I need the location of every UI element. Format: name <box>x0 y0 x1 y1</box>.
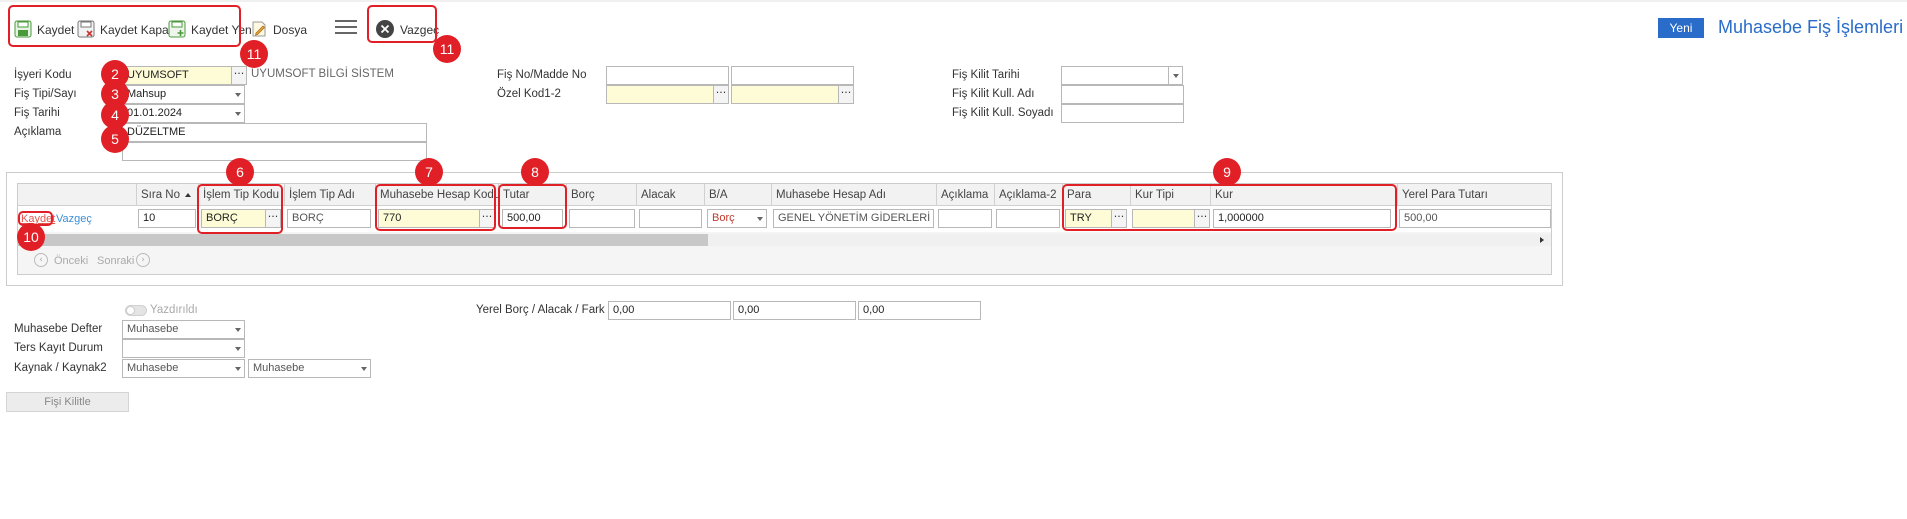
col-header-actions <box>18 184 136 206</box>
madde-no-input[interactable] <box>731 66 854 85</box>
defter-label: Muhasebe Defter <box>14 323 103 335</box>
row-ba-select[interactable]: Borç <box>707 209 754 228</box>
yazdirildi-label: Yazdırıldı <box>150 304 198 316</box>
yazdirildi-toggle[interactable] <box>125 305 147 316</box>
kilitle-button[interactable]: Fişi Kilitle <box>6 392 129 412</box>
highlight-box-islem-tip <box>197 184 283 234</box>
badge-11-cancel: 11 <box>433 35 461 63</box>
scrollbar-thumb[interactable] <box>18 234 708 246</box>
row-borc-input[interactable] <box>569 209 635 228</box>
fis-tipi-select[interactable]: Mahsup <box>122 85 232 104</box>
col-header-alacak[interactable]: Alacak <box>636 184 704 206</box>
chevron-down-icon[interactable] <box>357 359 371 378</box>
yerel-alacak-input[interactable]: 0,00 <box>733 301 856 320</box>
page-title: Muhasebe Fiş İşlemleri <box>1718 17 1904 37</box>
col-header-sira-no-label: Sıra No <box>141 189 180 201</box>
chevron-down-icon[interactable] <box>231 104 245 123</box>
chevron-down-icon[interactable] <box>1169 66 1183 85</box>
chevron-down-icon[interactable] <box>231 359 245 378</box>
aciklama2-input[interactable] <box>122 142 427 161</box>
row-aciklama-input[interactable] <box>938 209 992 228</box>
menu-icon[interactable] <box>335 19 357 35</box>
kaynak-label: Kaynak / Kaynak2 <box>14 362 107 374</box>
badge-7: 7 <box>415 158 443 186</box>
highlight-box-hesap-kodu <box>375 184 496 231</box>
chevron-down-icon[interactable] <box>231 320 245 339</box>
fis-tipi-label: Fiş Tipi/Sayı <box>14 88 77 100</box>
yerel-fark-input[interactable]: 0,00 <box>858 301 981 320</box>
file-edit-icon <box>250 20 268 41</box>
fis-no-input[interactable] <box>606 66 729 85</box>
pager-next[interactable]: Sonraki <box>97 255 134 267</box>
yerel-label: Yerel Borç / Alacak / Fark <box>476 304 605 316</box>
kilit-adi-label: Fiş Kilit Kull. Adı <box>952 88 1035 100</box>
kilit-tarihi-input[interactable] <box>1061 66 1169 85</box>
row-cancel-link[interactable]: Vazgeç <box>56 213 92 225</box>
row-alacak-input[interactable] <box>639 209 702 228</box>
fis-tarihi-label: Fiş Tarihi <box>14 107 60 119</box>
col-header-ba[interactable]: B/A <box>704 184 771 206</box>
horizontal-scrollbar[interactable] <box>18 234 1551 246</box>
col-header-aciklama[interactable]: Açıklama <box>936 184 994 206</box>
chevron-down-icon[interactable] <box>231 339 245 358</box>
isyeri-description: UYUMSOFT BİLGİ SİSTEM <box>251 68 394 80</box>
kaynak2-select[interactable]: Muhasebe <box>248 359 358 378</box>
row-yerel-tutar-input[interactable]: 500,00 <box>1399 209 1551 228</box>
ozel-kod1-input[interactable] <box>606 85 714 104</box>
col-header-borc[interactable]: Borç <box>566 184 636 206</box>
row-sira-no-input[interactable]: 10 <box>138 209 196 228</box>
toolbar: Kaydet Kaydet Kapat Kaydet Yeni 11 Dosya… <box>0 0 1907 68</box>
highlight-box-tutar <box>498 184 567 229</box>
fis-tarihi-input[interactable]: 01.01.2024 <box>122 104 232 123</box>
ozel-kod2-input[interactable] <box>731 85 839 104</box>
sort-ascending-icon <box>185 193 191 197</box>
highlight-box-para-kur <box>1062 184 1397 231</box>
pager-prev[interactable]: Önceki <box>54 255 88 267</box>
ters-kayit-select[interactable] <box>122 339 232 358</box>
badge-8: 8 <box>521 158 549 186</box>
row-hesap-adi-input[interactable]: GENEL YÖNETİM GİDERLERİ <box>773 209 934 228</box>
aciklama-label: Açıklama <box>14 126 62 138</box>
isyeri-input[interactable]: UYUMSOFT <box>122 66 232 85</box>
fis-no-label: Fiş No/Madde No <box>497 69 587 81</box>
badge-5: 5 <box>101 125 129 153</box>
badge-10: 10 <box>17 223 45 251</box>
chevron-down-icon[interactable] <box>753 209 767 228</box>
isyeri-label: İşyeri Kodu <box>14 69 72 81</box>
toggle-knob <box>126 306 135 315</box>
chevron-down-icon[interactable] <box>231 85 245 104</box>
badge-9: 9 <box>1213 158 1241 186</box>
kilit-tarihi-label: Fiş Kilit Tarihi <box>952 69 1020 81</box>
ozel-kod2-lookup-button[interactable]: ··· <box>838 85 854 104</box>
chevron-right-icon[interactable]: › <box>136 253 150 267</box>
highlight-box-save-group <box>8 5 241 47</box>
ozel-kod1-lookup-button[interactable]: ··· <box>713 85 729 104</box>
row-aciklama2-input[interactable] <box>996 209 1060 228</box>
file-button[interactable]: Dosya <box>250 12 307 48</box>
scroll-right-arrow-icon[interactable] <box>1540 237 1544 243</box>
col-header-aciklama2[interactable]: Açıklama-2 <box>994 184 1062 206</box>
aciklama-input[interactable]: DÜZELTME <box>122 123 427 142</box>
kaynak-select[interactable]: Muhasebe <box>122 359 232 378</box>
yerel-borc-input[interactable]: 0,00 <box>608 301 731 320</box>
col-header-hesap-adi[interactable]: Muhasebe Hesap Adı <box>771 184 936 206</box>
row-islem-tip-adi-input[interactable]: BORÇ <box>287 209 371 228</box>
chevron-left-icon[interactable]: ‹ <box>34 253 48 267</box>
isyeri-lookup-button[interactable]: ··· <box>231 66 247 85</box>
new-button[interactable]: Yeni <box>1658 18 1704 38</box>
col-header-islem-tip-adi[interactable]: İşlem Tip Adı <box>284 184 375 206</box>
kilit-soyadi-label: Fiş Kilit Kull. Soyadı <box>952 107 1054 119</box>
kilit-adi-input[interactable] <box>1061 85 1184 104</box>
kilit-soyadi-input[interactable] <box>1061 104 1184 123</box>
defter-select[interactable]: Muhasebe <box>122 320 232 339</box>
ters-kayit-label: Ters Kayıt Durum <box>14 342 103 354</box>
ozel-kod-label: Özel Kod1-2 <box>497 88 561 100</box>
file-label: Dosya <box>273 23 308 37</box>
badge-6: 6 <box>226 158 254 186</box>
col-header-yerel-tutar[interactable]: Yerel Para Tutarı <box>1397 184 1551 206</box>
highlight-box-cancel <box>367 5 437 43</box>
